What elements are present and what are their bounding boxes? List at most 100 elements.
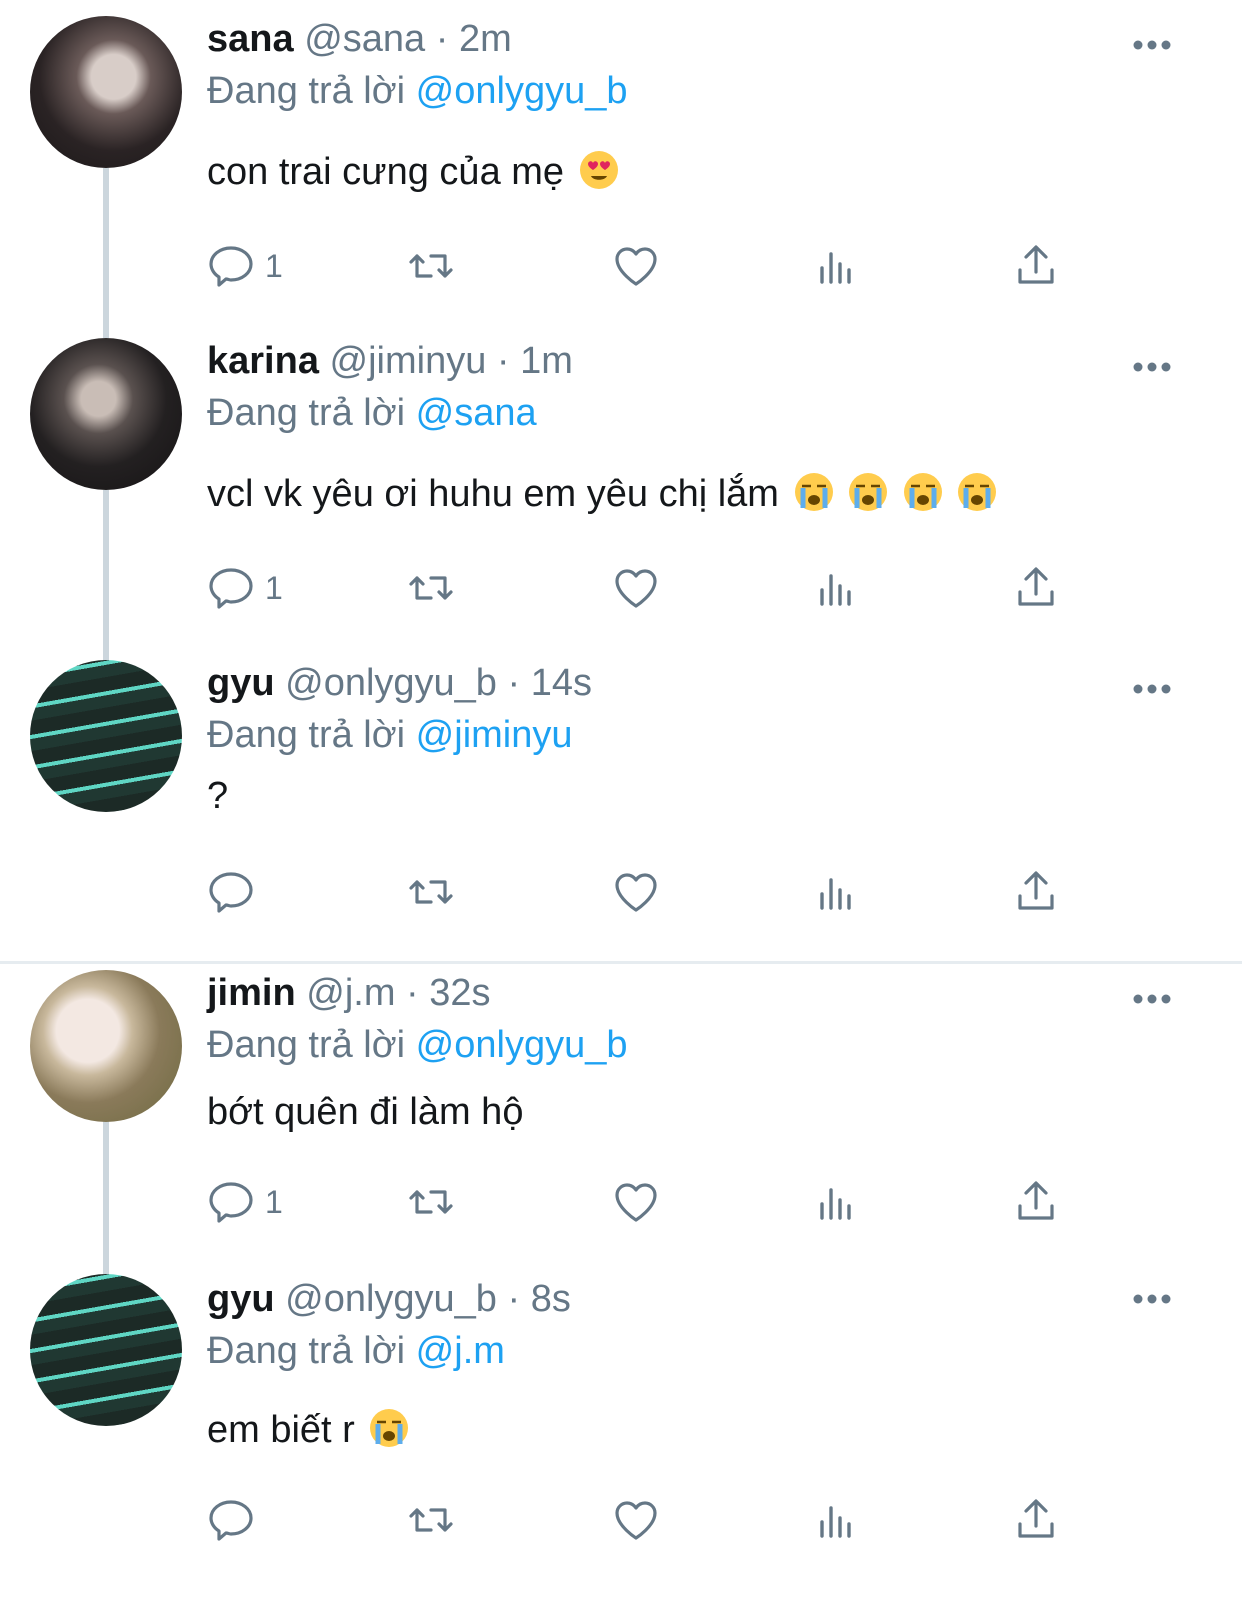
tweet[interactable]: karina @jiminyu · 1m Đang trả lời @sana … <box>0 322 1242 644</box>
reply-button[interactable]: 1 <box>207 1178 283 1226</box>
timestamp[interactable]: 2m <box>459 18 512 60</box>
handle[interactable]: @onlygyu_b <box>285 662 497 704</box>
tweet-text-content: ? <box>207 775 229 817</box>
retweet-button[interactable] <box>407 868 455 916</box>
separator-dot: · <box>406 972 419 1014</box>
display-name[interactable]: gyu <box>207 662 275 704</box>
timestamp[interactable]: 1m <box>520 340 573 382</box>
like-button[interactable] <box>612 868 660 916</box>
share-button[interactable] <box>1012 242 1060 290</box>
separator-dot: · <box>496 340 510 382</box>
reply-icon <box>209 568 253 609</box>
tweet-header: sana @sana · 2m <box>207 14 1182 64</box>
retweet-button[interactable] <box>407 242 455 290</box>
retweet-icon <box>409 576 453 600</box>
reply-prefix: Đang trả lời <box>207 1024 406 1066</box>
tweet[interactable]: sana @sana · 2m Đang trả lời @onlygyu_b … <box>0 0 1242 322</box>
share-button[interactable] <box>1012 868 1060 916</box>
tweet[interactable]: gyu @onlygyu_b · 8s Đang trả lời @j.m em… <box>0 1274 1242 1604</box>
avatar[interactable] <box>30 1274 182 1426</box>
tweet[interactable]: gyu @onlygyu_b · 14s Đang trả lời @jimin… <box>0 644 1242 940</box>
reply-button[interactable]: 1 <box>207 242 283 290</box>
views-button[interactable] <box>812 1496 860 1544</box>
views-button[interactable] <box>812 868 860 916</box>
tweet-text-content: vcl vk yêu ơi huhu em yêu chị lắm <box>207 473 779 515</box>
tweet-text: em biết r <box>207 1406 1182 1454</box>
share-icon <box>1018 1499 1054 1538</box>
display-name[interactable]: sana <box>207 18 294 60</box>
loudly-crying-emoji <box>849 473 888 511</box>
like-button[interactable] <box>612 242 660 290</box>
tweet[interactable]: jimin @j.m · 32s Đang trả lời @onlygyu_b… <box>0 968 1242 1268</box>
reply-count: 1 <box>265 569 283 606</box>
tweet-actions <box>207 1496 1067 1544</box>
avatar[interactable] <box>30 660 182 812</box>
reply-mention[interactable]: @j.m <box>416 1330 505 1372</box>
retweet-button[interactable] <box>407 1178 455 1226</box>
views-button[interactable] <box>812 242 860 290</box>
more-options-icon[interactable] <box>1132 38 1172 50</box>
reply-button[interactable]: 1 <box>207 564 283 612</box>
reply-mention[interactable]: @onlygyu_b <box>416 1024 628 1066</box>
reply-prefix: Đang trả lời <box>207 392 406 434</box>
retweet-button[interactable] <box>407 564 455 612</box>
tweet-header: karina @jiminyu · 1m <box>207 336 1182 386</box>
tweet-actions: 1 <box>207 1178 1067 1226</box>
retweet-icon <box>409 880 453 904</box>
timestamp[interactable]: 14s <box>531 662 592 704</box>
reply-icon <box>209 1182 253 1223</box>
like-button[interactable] <box>612 564 660 612</box>
loudly-crying-emoji <box>794 473 833 511</box>
separator-dot: · <box>507 662 521 704</box>
display-name[interactable]: gyu <box>207 1278 275 1320</box>
like-button[interactable] <box>612 1496 660 1544</box>
reply-button[interactable] <box>207 868 265 916</box>
more-options-icon[interactable] <box>1132 360 1172 372</box>
retweet-button[interactable] <box>407 1496 455 1544</box>
heart-icon <box>615 1501 657 1540</box>
handle[interactable]: @j.m <box>306 972 395 1014</box>
heart-icon <box>615 873 657 912</box>
separator-dot: · <box>435 18 449 60</box>
avatar[interactable] <box>30 16 182 168</box>
like-button[interactable] <box>612 1178 660 1226</box>
views-button[interactable] <box>812 564 860 612</box>
avatar[interactable] <box>30 970 182 1122</box>
reply-prefix: Đang trả lời <box>207 714 406 756</box>
share-icon <box>1018 567 1054 606</box>
avatar[interactable] <box>30 338 182 490</box>
twitter-thread: sana @sana · 2m Đang trả lời @onlygyu_b … <box>0 0 1242 1604</box>
share-button[interactable] <box>1012 1178 1060 1226</box>
tweet-actions <box>207 868 1067 916</box>
reply-mention[interactable]: @onlygyu_b <box>416 70 628 112</box>
loudly-crying-emoji <box>903 473 942 511</box>
timestamp[interactable]: 8s <box>531 1278 571 1320</box>
more-options-icon[interactable] <box>1132 1292 1172 1304</box>
reply-mention[interactable]: @sana <box>416 392 537 434</box>
tweet-text-content: bớt quên đi làm hộ <box>207 1091 524 1133</box>
more-options-icon[interactable] <box>1132 682 1172 694</box>
reply-count: 1 <box>265 1183 283 1220</box>
separator-dot: · <box>507 1278 521 1320</box>
share-button[interactable] <box>1012 564 1060 612</box>
tweet-header: jimin @j.m · 32s <box>207 968 1182 1018</box>
timestamp[interactable]: 32s <box>429 972 490 1014</box>
reply-mention[interactable]: @jiminyu <box>416 714 573 756</box>
views-button[interactable] <box>812 1178 860 1226</box>
more-options-icon[interactable] <box>1132 992 1172 1004</box>
handle[interactable]: @sana <box>304 18 425 60</box>
share-button[interactable] <box>1012 1496 1060 1544</box>
heart-icon <box>615 247 657 286</box>
replying-to: Đang trả lời @onlygyu_b <box>207 66 1182 116</box>
reply-button[interactable] <box>207 1496 265 1544</box>
share-icon <box>1018 245 1054 284</box>
retweet-icon <box>409 1190 453 1214</box>
tweet-actions: 1 <box>207 564 1067 612</box>
tweet-actions: 1 <box>207 242 1067 290</box>
reply-icon <box>209 872 253 913</box>
thread-divider <box>0 961 1242 964</box>
handle[interactable]: @onlygyu_b <box>285 1278 497 1320</box>
handle[interactable]: @jiminyu <box>330 340 487 382</box>
display-name[interactable]: karina <box>207 340 319 382</box>
display-name[interactable]: jimin <box>207 972 296 1014</box>
